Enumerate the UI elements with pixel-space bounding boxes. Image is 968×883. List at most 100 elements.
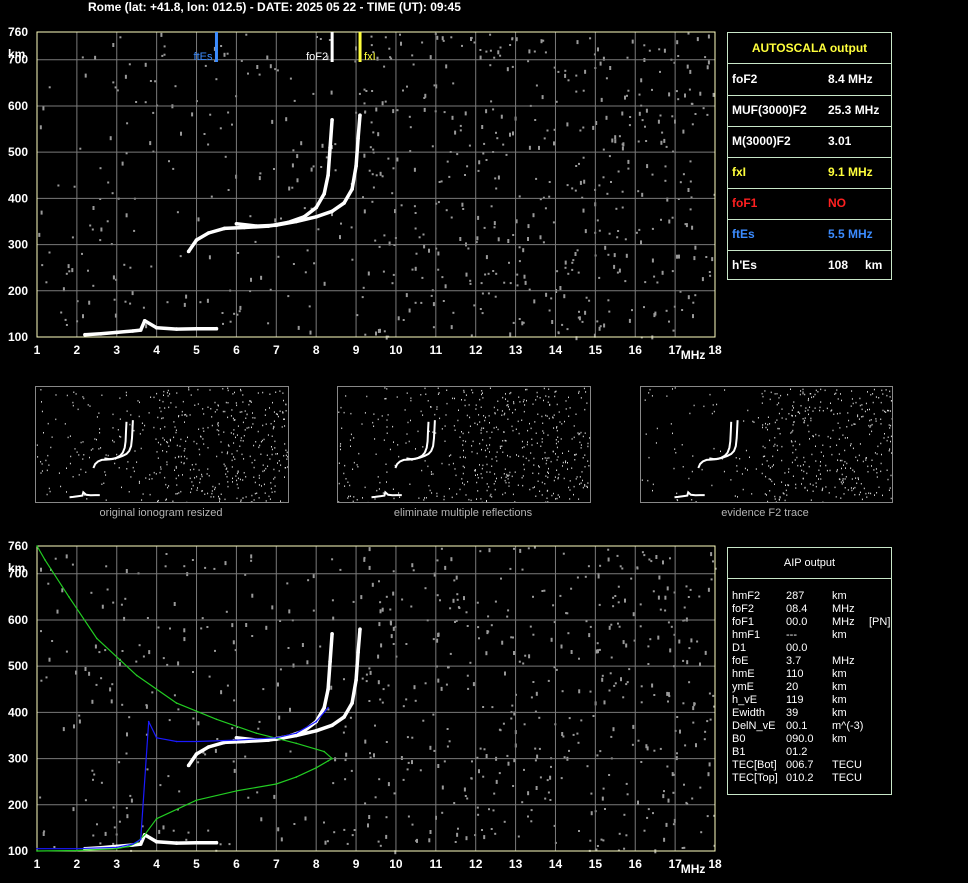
data-point: [186, 763, 191, 768]
data-point: [116, 846, 118, 849]
aip-row-ewidth: Ewidth 39 km: [732, 707, 890, 720]
autoscala-value: 5.5 MHz: [828, 227, 873, 241]
aip-value: 119: [786, 694, 804, 706]
series-line: [187, 633, 334, 767]
aip-label: h_vE: [732, 694, 758, 706]
aip-unit: TECU: [832, 772, 862, 784]
thumbnail-caption-no-multiples: eliminate multiple reflections: [393, 507, 533, 519]
data-point: [135, 674, 138, 677]
thumbnail-original: [35, 386, 289, 504]
y-tick-label: 500: [8, 659, 28, 673]
aip-value: 39: [786, 707, 799, 719]
x-tick-label: 6: [233, 857, 240, 871]
data-point: [330, 723, 334, 728]
x-tick-label: 1: [34, 343, 41, 357]
data-point: [330, 118, 334, 122]
data-point: [315, 720, 318, 723]
aip-value: 01.2: [786, 746, 808, 758]
aip-unit: MHz: [832, 655, 855, 667]
autoscala-panel: AUTOSCALA output foF2 8.4 MHz MUF(3000)F2 2…: [727, 32, 892, 280]
x-tick-label: 13: [509, 343, 523, 357]
thumbnail-caption-original: original ionogram resized: [99, 507, 223, 519]
noise-speckle: [38, 32, 716, 341]
y-tick-label: 600: [8, 99, 28, 113]
data-point: [131, 843, 134, 845]
x-tick-label: 4: [153, 857, 160, 871]
thumbnail-trace: [394, 421, 430, 469]
x-tick-label: 3: [113, 857, 120, 871]
aip-unit: TECU: [832, 759, 862, 771]
x-tick-label: 9: [353, 343, 360, 357]
x-tick-label: 10: [389, 343, 403, 357]
x-tick-label: 13: [509, 857, 523, 871]
thumbnail-trace: [104, 420, 134, 461]
data-point: [139, 838, 142, 841]
aip-unit: km: [832, 707, 847, 719]
thumbnail-trace: [371, 490, 402, 499]
autoscala-row-muf-3000-f2: MUF(3000)F2 25.3 MHz: [728, 95, 891, 127]
data-point: [36, 850, 38, 852]
aip-row-deln-ve: DelN_vE 00.1 m^(-3): [732, 720, 890, 733]
aip-unit: km: [832, 681, 847, 693]
data-point: [206, 231, 211, 235]
data-point: [350, 701, 354, 705]
aip-row-fof1: foF1 00.0 MHz [PN]: [732, 616, 890, 629]
data-point: [154, 326, 159, 330]
data-point: [295, 776, 298, 778]
x-tick-label: 5: [193, 857, 200, 871]
data-point: [331, 757, 333, 760]
x-tick-label: 15: [589, 343, 603, 357]
aip-value: 006.7: [786, 759, 814, 771]
data-point: [142, 319, 147, 323]
aip-row-fof2: foF2 08.4 MHz: [732, 603, 890, 616]
aip-row-b1: B1 01.2: [732, 746, 890, 759]
thumbnail-trace: [69, 490, 100, 499]
thumbnail-trace: [674, 490, 705, 499]
y-tick-label: 600: [8, 613, 28, 627]
aip-label: D1: [732, 642, 747, 654]
aip-row-hmf1: hmF1 --- km: [732, 629, 890, 642]
aip-row-tec-bot-: TEC[Bot] 006.7 TECU: [732, 759, 890, 772]
aip-value: 08.4: [786, 603, 808, 615]
data-point: [342, 201, 346, 205]
data-point: [315, 767, 318, 769]
aip-label: TEC[Top]: [732, 772, 778, 784]
data-point: [358, 627, 362, 631]
autoscala-label: MUF(3000)F2: [732, 103, 807, 117]
data-point: [138, 328, 143, 332]
thumbnail-trace: [697, 421, 733, 469]
data-point: [314, 729, 319, 733]
y-tick-label: 200: [8, 798, 28, 812]
y-tick-label: 300: [8, 238, 28, 252]
autoscala-value: 108: [828, 258, 849, 272]
autoscala-value: 8.4 MHz: [828, 72, 873, 86]
data-point: [96, 637, 98, 640]
aip-unit: km: [832, 590, 847, 602]
aip-label: foE: [732, 655, 749, 667]
x-tick-label: 12: [469, 857, 483, 871]
autoscala-title: AUTOSCALA output: [728, 33, 891, 64]
data-point: [214, 840, 219, 845]
aip-label: B1: [732, 746, 746, 758]
x-tick-label: 11: [429, 343, 442, 357]
aip-unit: MHz: [832, 603, 855, 615]
aip-label: hmE: [732, 668, 755, 680]
aip-row-b0: B0 090.0 km: [732, 733, 890, 746]
header-title: Rome (lat: +41.8, lon: 012.5) - DATE: 20…: [88, 0, 461, 14]
thumbnail-trace: [709, 420, 739, 461]
autoscala-unit: km: [865, 258, 883, 272]
thumbnail-no-multiples: [337, 386, 591, 504]
data-point: [76, 847, 78, 850]
aip-row-foe: foE 3.7 MHz: [732, 655, 890, 668]
data-point: [295, 732, 298, 734]
aip-label: foF2: [732, 603, 755, 615]
y-tick-label: 400: [8, 705, 28, 719]
data-point: [116, 847, 118, 850]
data-point: [358, 113, 362, 117]
thumbnail-noise: [36, 387, 289, 504]
marker-label-foF2: foF2: [306, 51, 328, 63]
data-point: [294, 219, 299, 224]
ionogram-chart: 1 2 3 4 5 6 7 8 9 10 11 12 13 14 15 16 17 181002003004005…: [8, 26, 722, 362]
aip-label: Ewidth: [732, 707, 766, 719]
data-point: [186, 249, 191, 254]
